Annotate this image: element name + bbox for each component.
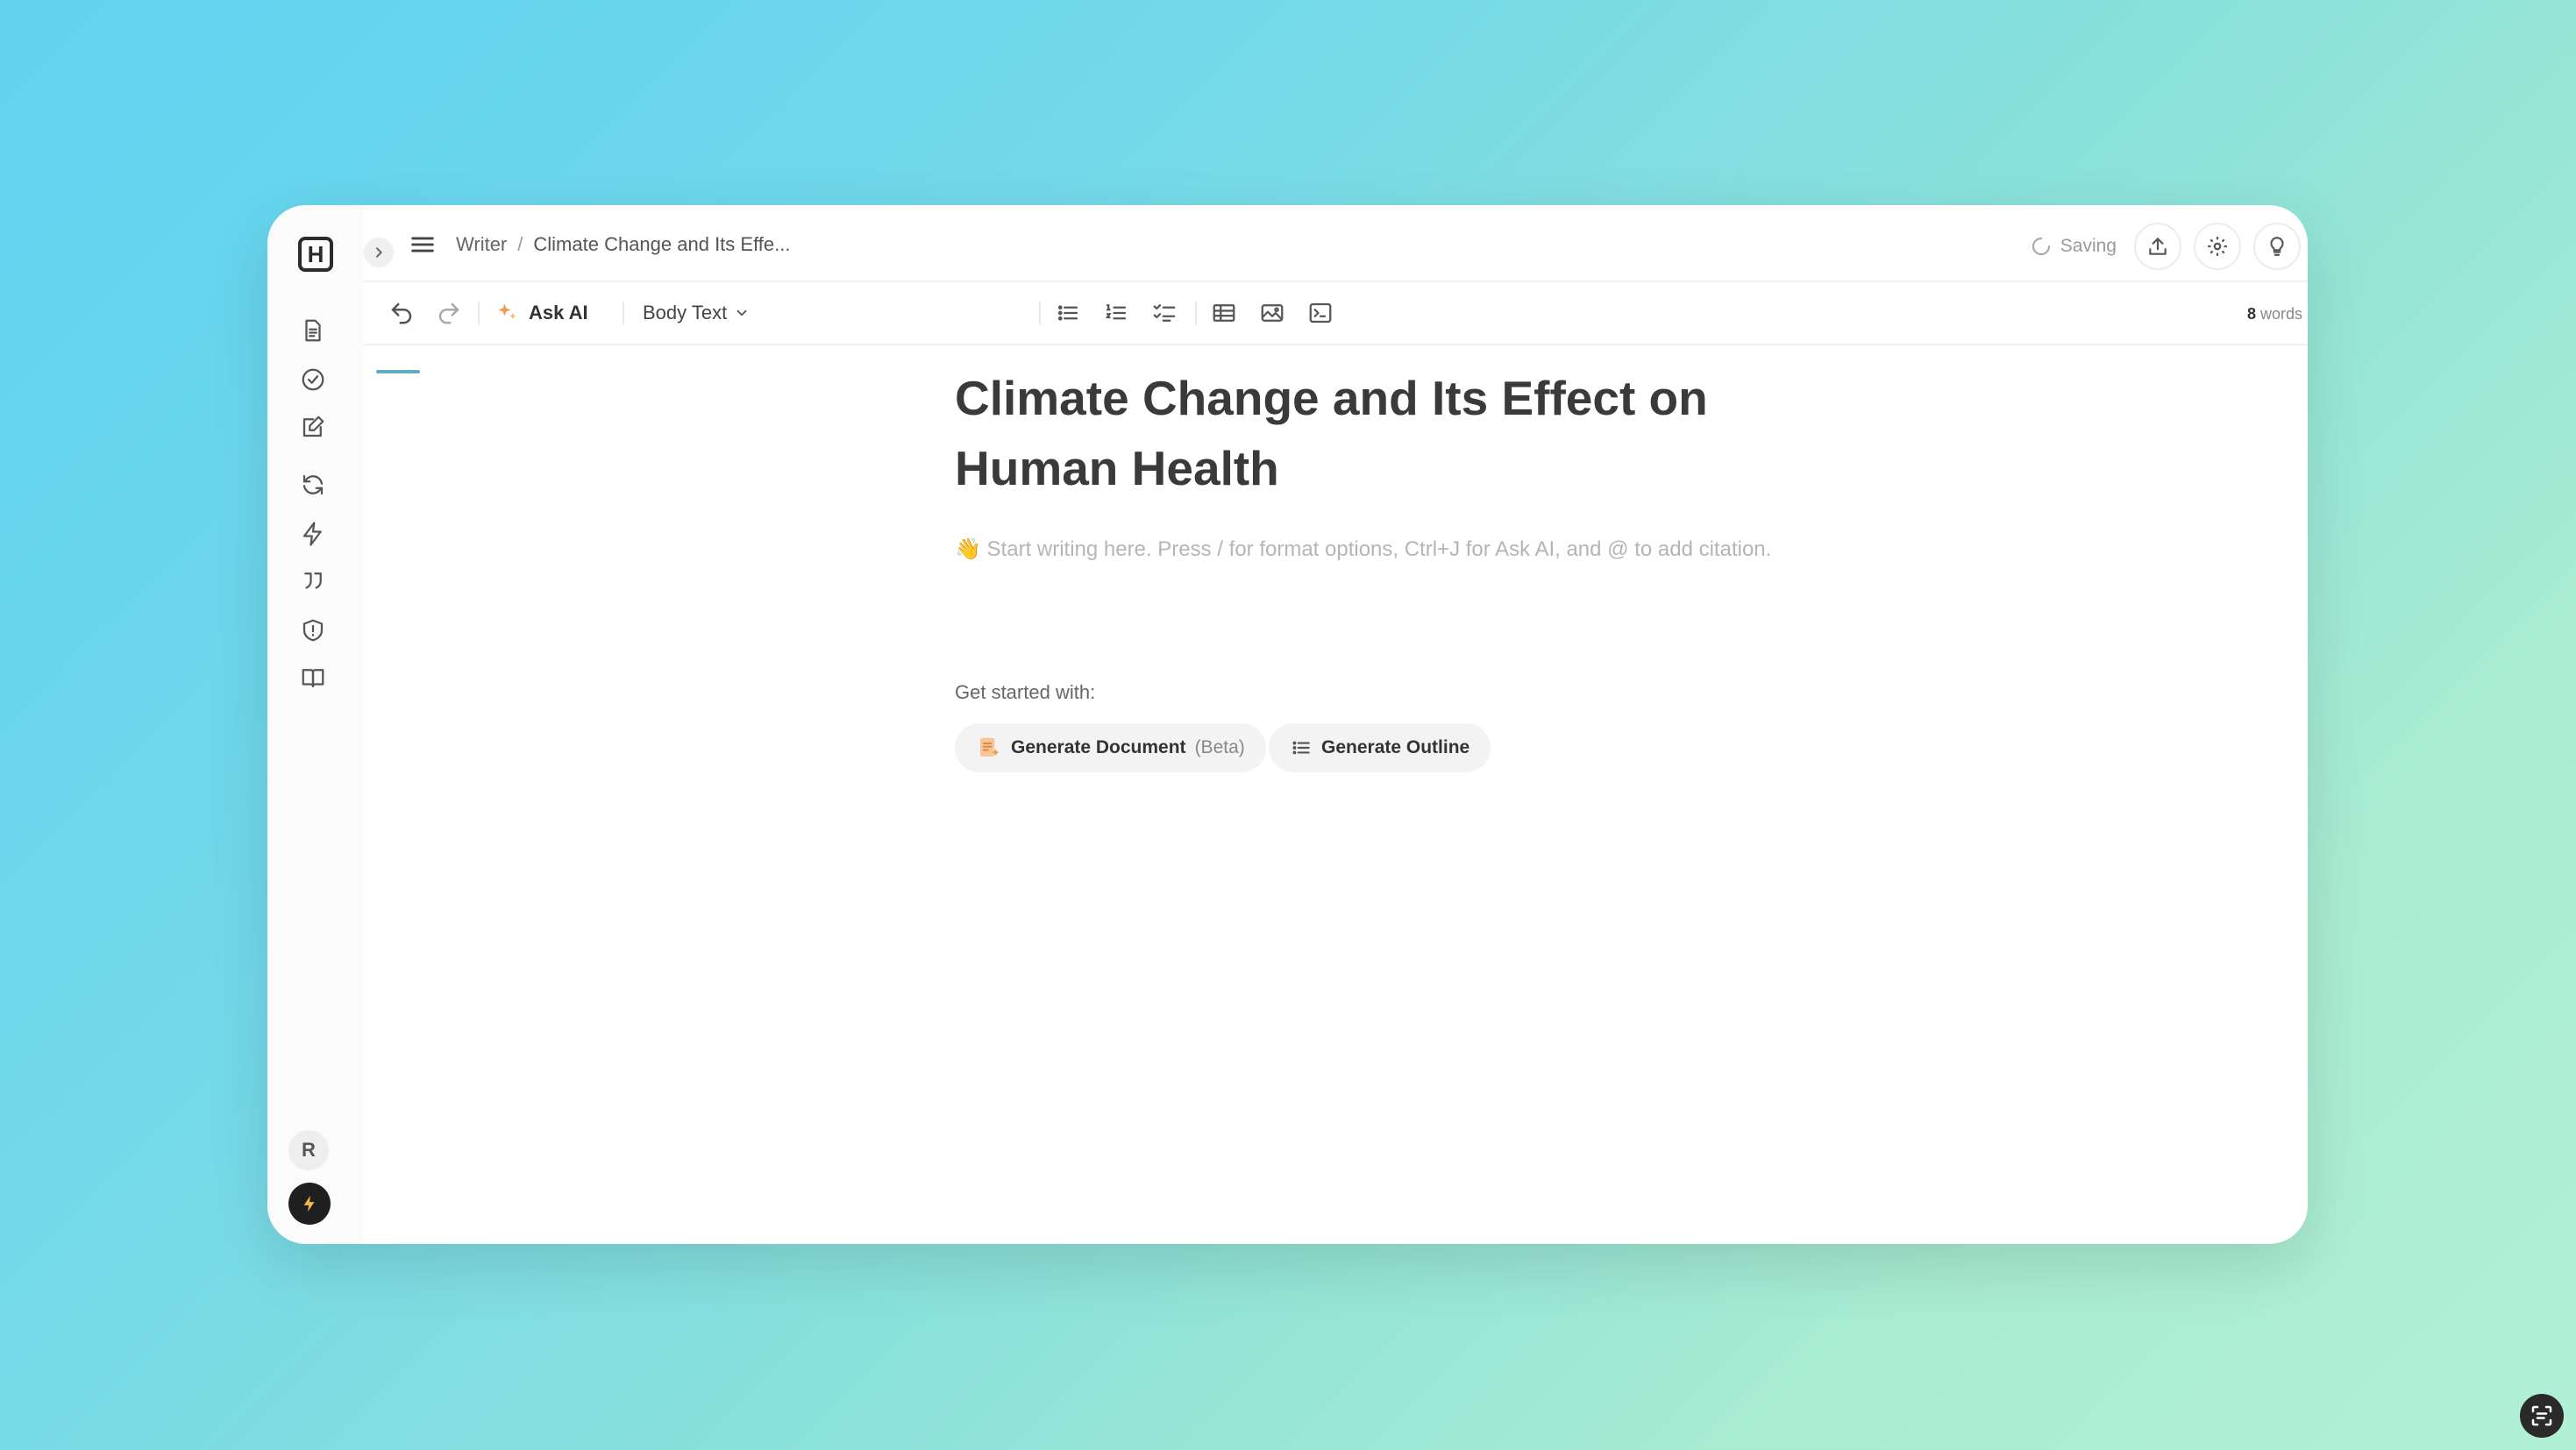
scan-text-icon: [2531, 1405, 2552, 1426]
export-button[interactable]: [2134, 223, 2181, 270]
bullet-list-button[interactable]: [1055, 298, 1081, 328]
reading-progress-indicator: [376, 370, 420, 373]
upload-icon: [2149, 238, 2167, 255]
bolt-icon[interactable]: [300, 521, 326, 547]
word-count-value: 8: [2246, 305, 2256, 323]
toolbar-divider: [1039, 302, 1041, 324]
chevron-right-icon: [376, 247, 382, 258]
check-circle-icon[interactable]: [300, 366, 326, 393]
ask-ai-button[interactable]: Ask AI: [495, 298, 588, 328]
sparkle-icon: [498, 303, 516, 319]
generate-outline-label: Generate Outline: [1321, 737, 1470, 757]
menu-icon[interactable]: [408, 230, 438, 259]
generate-document-label: Generate Document: [1011, 737, 1186, 757]
app-window: H R Writer / Climate Change and Its Effe…: [267, 205, 2308, 1244]
toolbar-divider: [623, 302, 624, 324]
undo-button[interactable]: [388, 298, 415, 328]
gear-icon: [2208, 237, 2227, 256]
undo-icon: [391, 302, 412, 324]
checklist-button[interactable]: [1151, 298, 1178, 328]
breadcrumb-root[interactable]: Writer: [456, 233, 507, 256]
bolt-icon: [303, 1195, 315, 1212]
refresh-icon[interactable]: [300, 472, 326, 498]
edit-icon[interactable]: [300, 414, 326, 440]
numbered-list-icon: [1105, 304, 1127, 320]
shield-icon[interactable]: [300, 617, 326, 643]
toolbar-divider: [478, 302, 480, 324]
saving-status: Saving: [2031, 236, 2117, 257]
top-right-actions: Saving: [2031, 223, 2301, 270]
breadcrumb: Writer / Climate Change and Its Effe...: [456, 230, 790, 259]
get-started-label: Get started with:: [955, 681, 1096, 703]
text-style-value: Body Text: [643, 302, 728, 323]
editor-placeholder[interactable]: 👋 Start writing here. Press / for format…: [955, 532, 1779, 566]
numbered-list-button[interactable]: [1103, 298, 1129, 328]
top-bar: Writer / Climate Change and Its Effe... …: [364, 205, 2308, 281]
saving-label: Saving: [2060, 236, 2117, 256]
word-count: 8 words: [2247, 305, 2302, 323]
ask-ai-label: Ask AI: [529, 302, 588, 323]
expand-sidebar-button[interactable]: [364, 238, 394, 267]
lightbulb-icon: [2270, 237, 2284, 256]
generate-outline-button[interactable]: Generate Outline: [1269, 723, 1491, 772]
document-sparkle-icon: [980, 737, 1000, 757]
chevron-down-icon: [737, 309, 747, 316]
image-icon: [1261, 304, 1284, 322]
screen-capture-badge[interactable]: [2520, 1394, 2564, 1438]
breadcrumb-current[interactable]: Climate Change and Its Effe...: [533, 233, 790, 256]
table-button[interactable]: [1211, 298, 1237, 328]
book-icon[interactable]: [300, 665, 326, 691]
quote-icon[interactable]: [300, 568, 326, 594]
document-icon[interactable]: [300, 317, 326, 344]
word-count-unit: words: [2259, 305, 2302, 323]
terminal-icon: [1309, 302, 1332, 323]
code-block-button[interactable]: [1307, 298, 1334, 328]
breadcrumb-separator: /: [517, 233, 523, 255]
tips-button[interactable]: [2253, 223, 2301, 270]
table-icon: [1213, 304, 1235, 322]
text-style-dropdown[interactable]: Body Text: [643, 298, 750, 328]
settings-button[interactable]: [2194, 223, 2241, 270]
editor-toolbar: Ask AI Body Text 8 words: [364, 281, 2308, 345]
generate-document-button[interactable]: Generate Document (Beta): [955, 723, 1266, 772]
quick-action-bolt-button[interactable]: [288, 1183, 331, 1225]
bullet-list-icon: [1057, 305, 1078, 321]
app-logo[interactable]: H: [298, 237, 333, 272]
toolbar-divider: [1195, 302, 1197, 324]
spinner-icon: [2032, 237, 2050, 256]
beta-tag: (Beta): [1194, 737, 1245, 757]
checklist-icon: [1153, 304, 1176, 322]
redo-icon: [438, 302, 459, 324]
list-icon: [1292, 741, 1310, 755]
image-button[interactable]: [1259, 298, 1285, 328]
document-title[interactable]: Climate Change and Its Effect on Human H…: [955, 363, 1832, 503]
left-sidebar: H R: [267, 205, 364, 1244]
user-avatar[interactable]: R: [288, 1130, 329, 1170]
redo-button[interactable]: [436, 298, 462, 328]
